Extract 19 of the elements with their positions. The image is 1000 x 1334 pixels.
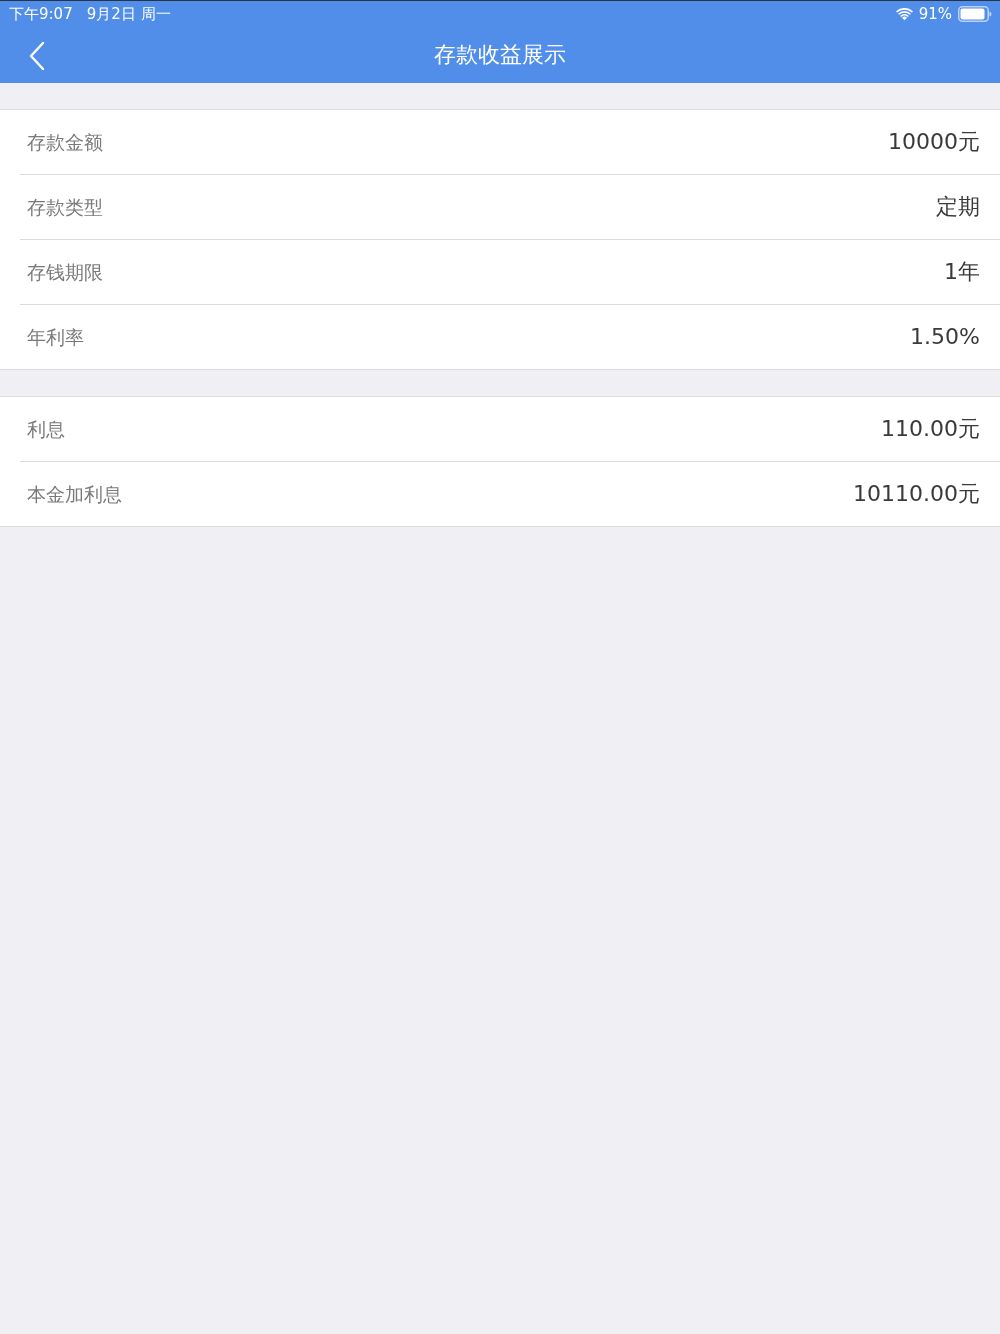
row-label: 存款类型 bbox=[27, 195, 103, 220]
row-label: 年利率 bbox=[27, 325, 84, 350]
row-label: 存款金额 bbox=[27, 130, 103, 155]
battery-percent: 91% bbox=[918, 5, 952, 23]
page-title: 存款收益展示 bbox=[434, 41, 566, 69]
row-label: 本金加利息 bbox=[27, 482, 122, 507]
row-value: 定期 bbox=[936, 193, 980, 221]
row-label: 利息 bbox=[27, 417, 65, 442]
status-date: 9月2日 周一 bbox=[86, 5, 171, 23]
back-chevron-icon bbox=[29, 41, 45, 71]
status-time: 下午9:07 bbox=[9, 5, 73, 23]
row-value: 10110.00元 bbox=[853, 480, 980, 508]
row-label: 存钱期限 bbox=[27, 260, 103, 285]
row-value: 1年 bbox=[944, 258, 980, 286]
wifi-icon bbox=[895, 7, 913, 21]
battery-icon bbox=[958, 6, 992, 22]
row-value: 1.50% bbox=[910, 323, 980, 351]
row-value: 10000元 bbox=[888, 128, 980, 156]
row-value: 110.00元 bbox=[881, 415, 980, 443]
